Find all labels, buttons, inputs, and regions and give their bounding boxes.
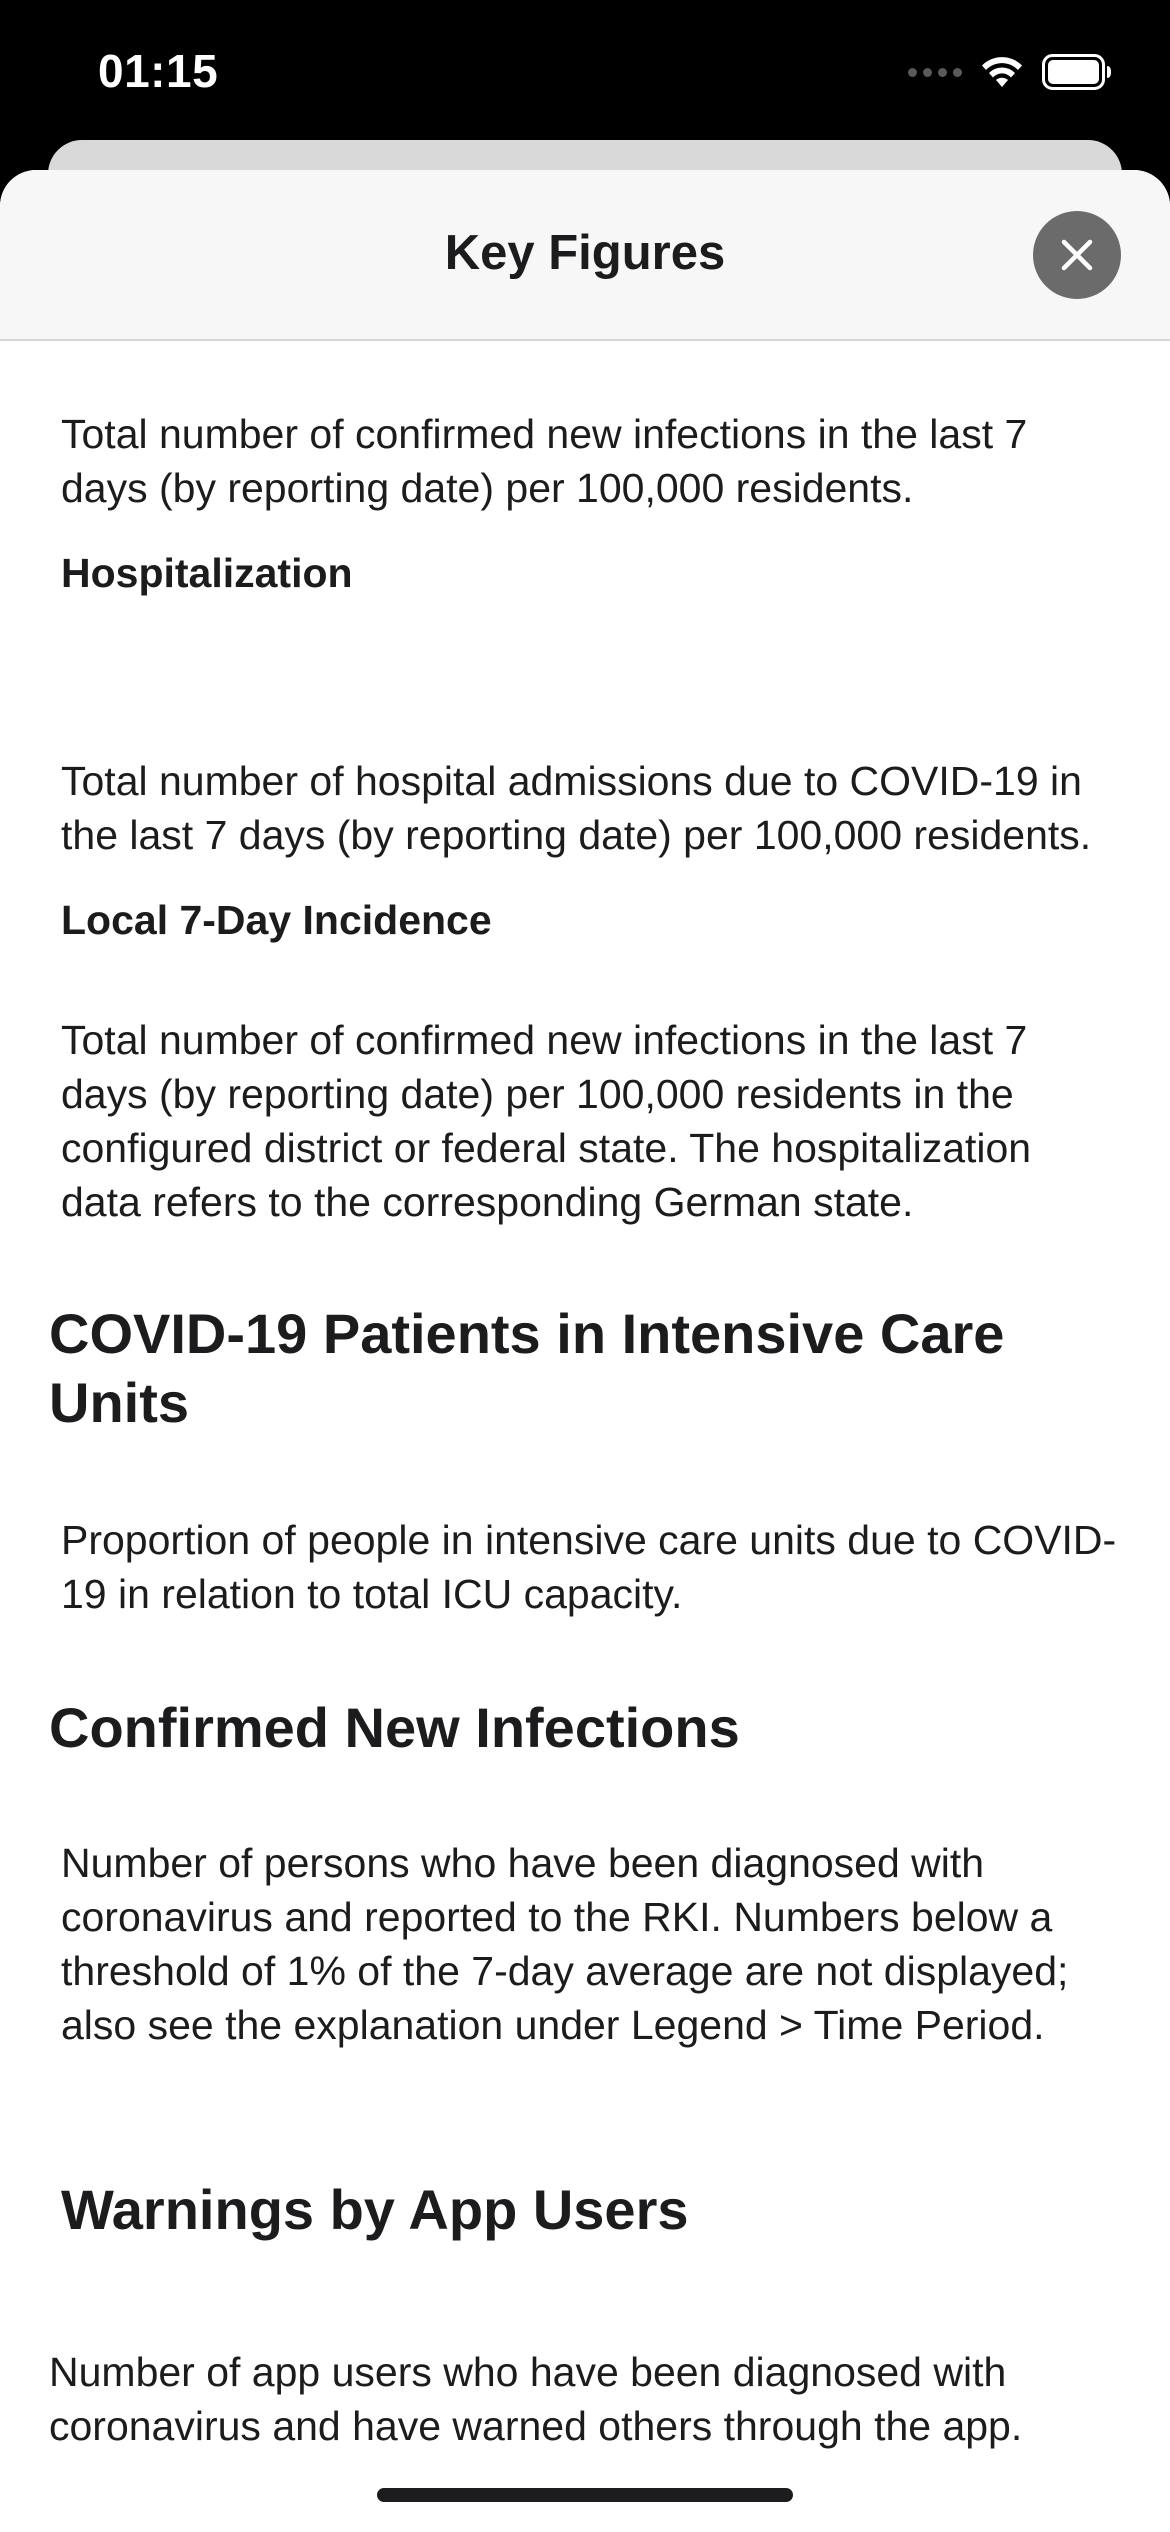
incidence-description: Total number of confirmed new infections… <box>61 411 1028 511</box>
wifi-icon <box>982 57 1022 87</box>
hospitalization-heading: Hospitalization <box>61 550 353 596</box>
new-infections-heading: Confirmed New Infections <box>49 1696 740 1759</box>
close-icon <box>1061 239 1093 271</box>
status-bar: 01:15 <box>0 0 1170 150</box>
sheet-title: Key Figures <box>444 226 726 280</box>
status-time: 01:15 <box>98 45 219 97</box>
local-incidence-description: Total number of confirmed new infections… <box>61 1017 1032 1225</box>
icu-description: Proportion of people in intensive care u… <box>61 1517 1117 1617</box>
battery-icon <box>1042 54 1111 90</box>
close-button[interactable] <box>1033 211 1121 299</box>
new-infections-description: Number of persons who have been diagnose… <box>61 1840 1069 2048</box>
warnings-heading: Warnings by App Users <box>61 2178 689 2241</box>
cellular-signal-icon <box>908 67 962 77</box>
hospitalization-description: Total number of hospital admissions due … <box>61 758 1092 858</box>
sheet-header: Key Figures <box>0 170 1170 341</box>
scroll-content[interactable]: Total number of confirmed new infections… <box>0 341 1170 2532</box>
status-icons <box>908 52 1112 92</box>
home-indicator[interactable] <box>377 2488 793 2502</box>
local-incidence-heading: Local 7-Day Incidence <box>61 897 492 943</box>
key-figures-sheet: Key Figures Total number of confirmed ne… <box>0 170 1170 2532</box>
icu-section-heading: COVID-19 Patients in Intensive Care Unit… <box>49 1302 1005 1434</box>
warnings-description: Number of app users who have been diagno… <box>49 2349 1023 2449</box>
